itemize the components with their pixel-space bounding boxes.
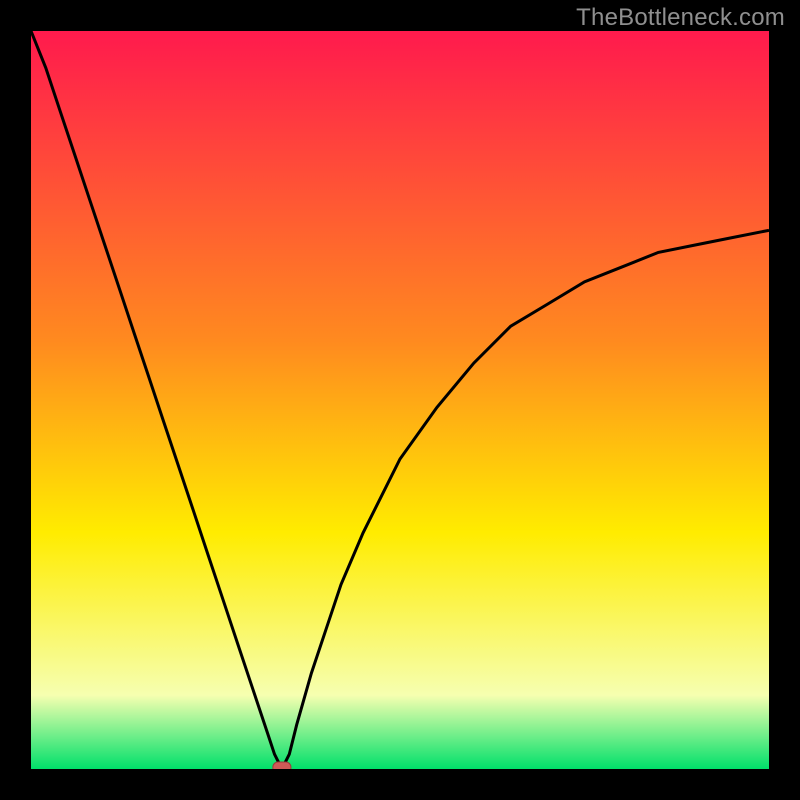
- plot-area: [31, 31, 769, 769]
- chart-frame: TheBottleneck.com: [0, 0, 800, 800]
- watermark-text: TheBottleneck.com: [576, 4, 785, 32]
- bottleneck-chart: [31, 31, 769, 769]
- minimum-marker: [273, 762, 291, 769]
- gradient-background: [31, 31, 769, 769]
